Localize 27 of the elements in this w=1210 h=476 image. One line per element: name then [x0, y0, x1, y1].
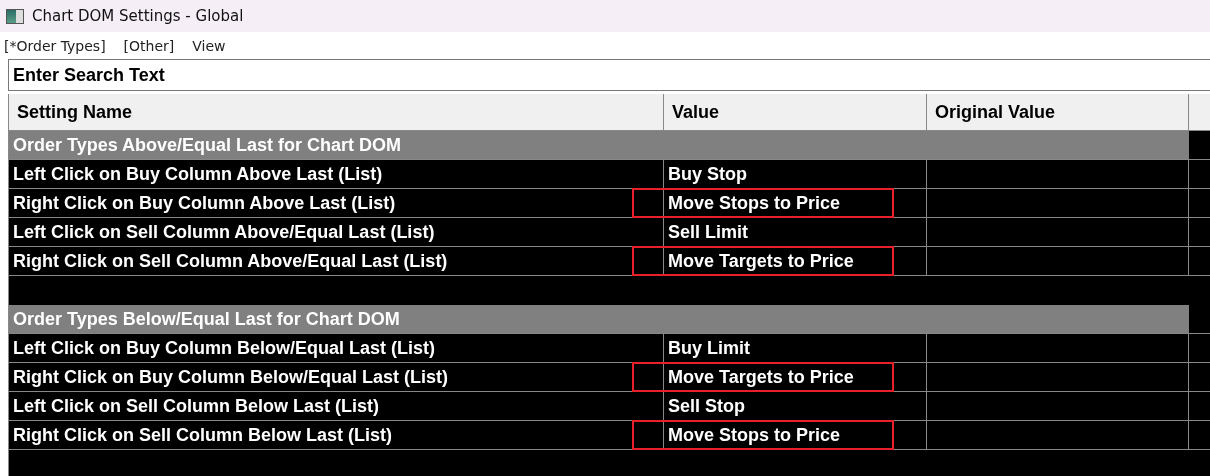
menu-item[interactable]: [Other] — [123, 37, 175, 54]
column-header[interactable]: Original Value — [927, 94, 1189, 131]
setting-name: Left Click on Sell Column Below Last (List) — [9, 392, 664, 421]
setting-name: Left Click on Buy Column Below/Equal Last (List) — [9, 334, 664, 363]
setting-name: Right Click on Buy Column Above Last (List) — [9, 189, 664, 218]
setting-name: Right Click on Sell Column Below Last (List) — [9, 421, 664, 450]
section-header: Order Types Below/Equal Last for Chart DOM — [9, 305, 1189, 334]
setting-value[interactable]: Buy Limit — [668, 334, 927, 362]
setting-value[interactable]: Move Targets to Price — [668, 247, 927, 275]
column-header[interactable]: Value — [664, 94, 927, 131]
setting-value[interactable]: Move Targets to Price — [668, 363, 927, 391]
window-icon — [6, 8, 24, 24]
setting-value[interactable]: Sell Limit — [668, 218, 927, 246]
menu-item[interactable]: [*Order Types] — [4, 37, 106, 54]
setting-name: Left Click on Buy Column Above Last (List) — [9, 160, 664, 189]
setting-name: Right Click on Buy Column Below/Equal Last (List) — [9, 363, 664, 392]
window-title: Chart DOM Settings - Global — [32, 7, 244, 25]
menu-item[interactable]: View — [192, 37, 226, 54]
setting-name: Right Click on Sell Column Above/Equal Last (List) — [9, 247, 664, 276]
setting-name: Left Click on Sell Column Above/Equal Last (List) — [9, 218, 664, 247]
setting-value[interactable]: Buy Stop — [668, 160, 927, 188]
setting-value[interactable]: Sell Stop — [668, 392, 927, 420]
column-header[interactable]: Setting Name — [9, 94, 664, 131]
setting-value[interactable]: Move Stops to Price — [668, 421, 927, 449]
search-field[interactable]: Enter Search Text — [8, 59, 1210, 91]
setting-value[interactable]: Move Stops to Price — [668, 189, 927, 217]
section-header: Order Types Above/Equal Last for Chart DOM — [9, 131, 1189, 160]
